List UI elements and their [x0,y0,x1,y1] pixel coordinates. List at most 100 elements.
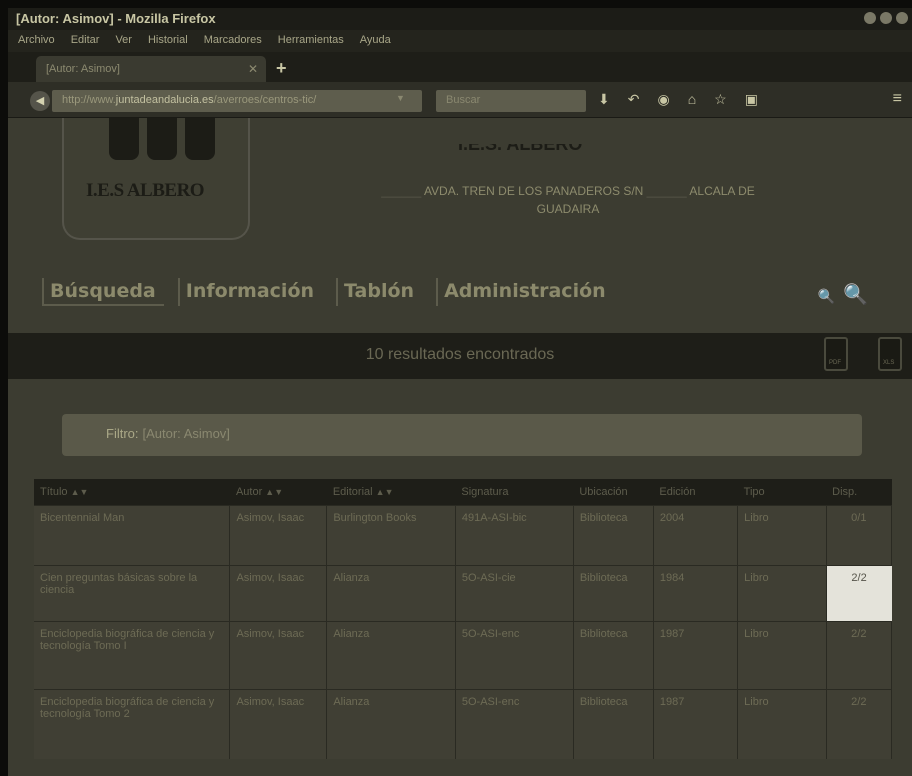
col-autor[interactable]: Autor ▲▼ [229,479,327,505]
col-tipo[interactable]: Tipo [737,479,827,505]
tab-close-icon[interactable]: ✕ [248,62,258,76]
search-placeholder: Buscar [446,94,481,106]
col-editorial[interactable]: Editorial ▲▼ [326,479,456,505]
download-icon[interactable]: ⬇ [598,91,610,108]
table-row[interactable]: Enciclopedia biográfica de ciencia y tec… [34,620,893,689]
xls-export-icon[interactable]: XLS [878,337,902,371]
nav-administracion[interactable]: Administración [436,278,614,306]
col-ubicacion[interactable]: Ubicación [573,479,654,505]
col-signatura[interactable]: Signatura [455,479,574,505]
back-arrow-icon[interactable]: ◀ [30,91,50,111]
window-titlebar: [Autor: Asimov] - Mozilla Firefox [8,8,912,30]
url-prefix: http://www. [62,94,116,106]
menu-editar[interactable]: Editar [71,34,100,48]
tab-title: [Autor: Asimov] [46,63,120,75]
table-row[interactable]: Cien preguntas básicas sobre la ciencia … [34,564,892,621]
filter-box: Filtro: [Autor: Asimov] [62,414,862,456]
addon-icon[interactable]: ◉ [657,91,669,108]
home-icon[interactable]: ⌂ [688,91,696,108]
nav-busqueda[interactable]: Búsqueda [42,278,164,306]
bookmarks-menu-icon[interactable]: ▣ [745,91,758,108]
back-history-icon[interactable]: ↶ [628,91,640,108]
menu-bar: Archivo Editar Ver Historial Marcadores … [8,30,912,52]
cell-signatura: 491A-ASI-bic [455,504,574,565]
toolbar-icons: ⬇ ↶ ◉ ⌂ ☆ ▣ [598,91,758,108]
zoom-out-icon[interactable]: 🔍 [818,288,835,305]
cell-autor: Asimov, Isaac [229,564,328,621]
cell-titulo[interactable]: Enciclopedia biográfica de ciencia y tec… [34,620,231,689]
cell-ubicacion: Biblioteca [573,688,654,759]
new-tab-icon[interactable]: + [276,58,287,79]
cell-disp: 2/2 [826,620,893,689]
cell-autor: Asimov, Isaac [229,620,328,689]
pdf-export-icon[interactable]: PDF [824,337,848,371]
menu-herramientas[interactable]: Herramientas [278,34,344,48]
cell-tipo: Libro [737,620,827,689]
window-title: [Autor: Asimov] - Mozilla Firefox [16,11,216,26]
school-name: I.E.S. ALBERO [458,144,582,152]
table-row[interactable]: Bicentennial Man Asimov, Isaac Burlingto… [34,504,893,565]
cell-editorial: Alianza [326,688,456,759]
cell-titulo[interactable]: Cien preguntas básicas sobre la ciencia [34,564,231,621]
zoom-in-icon[interactable]: 🔍 [843,282,868,307]
cell-signatura: 5O-ASI-cie [455,564,574,621]
window-controls [864,12,908,24]
cell-editorial: Burlington Books [326,504,456,565]
cell-disp: 0/1 [826,504,893,565]
export-icons: PDF XLS [824,337,902,371]
search-input[interactable]: Buscar [436,90,586,112]
col-disp[interactable]: Disp. [826,479,892,505]
cell-disp-highlighted[interactable]: 2/2 [826,564,892,621]
cell-titulo[interactable]: Enciclopedia biográfica de ciencia y tec… [34,688,231,759]
menu-historial[interactable]: Historial [148,34,188,48]
url-host: juntadeandalucia.es [115,94,214,106]
navigation-toolbar: ◀ http://www.juntadeandalucia.es/averroe… [8,82,912,118]
hamburger-menu-icon[interactable]: ≡ [893,90,902,108]
browser-window: [Autor: Asimov] - Mozilla Firefox Archiv… [8,8,912,776]
url-bar[interactable]: http://www.juntadeandalucia.es/averroes/… [52,90,422,112]
menu-archivo[interactable]: Archivo [18,34,55,48]
table-row[interactable]: Enciclopedia biográfica de ciencia y tec… [34,688,893,759]
cell-titulo[interactable]: Bicentennial Man [34,504,231,565]
cell-ubicacion: Biblioteca [573,504,654,565]
filter-value[interactable]: [Autor: Asimov] [143,426,230,441]
nav-tablon[interactable]: Tablón [336,278,422,306]
cell-autor: Asimov, Isaac [229,504,328,565]
school-address: ______ AVDA. TREN DE LOS PANADEROS S/N _… [381,184,755,216]
maximize-button[interactable] [880,12,892,24]
col-edicion[interactable]: Edición [653,479,738,505]
cell-edicion: 1987 [653,688,739,759]
results-count: 10 resultados encontrados [365,346,555,363]
url-dropdown-icon[interactable]: ▼ [396,93,405,103]
menu-ayuda[interactable]: Ayuda [360,34,391,48]
zoom-controls: 🔍 🔍 [818,282,868,307]
logo-graphic [92,118,232,176]
minimize-button[interactable] [864,12,876,24]
tab-bar: [Autor: Asimov] ✕ + [8,52,912,182]
main-navigation: Búsqueda Información Tablón Administraci… [42,278,614,306]
school-logo[interactable]: I.E.S ALBERO [62,118,250,240]
cell-signatura: 5O-ASI-enc [455,688,574,759]
cell-tipo: Libro [737,688,827,759]
cell-edicion: 2004 [653,504,739,565]
cell-autor: Asimov, Isaac [229,688,328,759]
cell-editorial: Alianza [326,620,456,689]
results-bar: 10 resultados encontrados PDF XLS [8,333,912,379]
cell-ubicacion: Biblioteca [573,620,654,689]
menu-ver[interactable]: Ver [115,34,132,48]
nav-informacion[interactable]: Información [177,278,322,306]
table-header-row: Título ▲▼ Autor ▲▼ Editorial ▲▼ Signatur… [34,479,892,505]
cell-tipo: Libro [737,564,827,621]
results-table: Título ▲▼ Autor ▲▼ Editorial ▲▼ Signatur… [34,479,893,759]
cell-edicion: 1984 [653,564,739,621]
address-city-2: GUADAIRA [536,202,600,216]
bookmark-star-icon[interactable]: ☆ [714,91,727,108]
col-titulo[interactable]: Título ▲▼ [34,479,230,505]
filter-label: Filtro: [106,426,139,441]
cell-tipo: Libro [737,504,827,565]
close-button[interactable] [896,12,908,24]
menu-marcadores[interactable]: Marcadores [204,34,262,48]
browser-tab[interactable]: [Autor: Asimov] ✕ [36,56,266,82]
cell-editorial: Alianza [326,564,456,621]
url-path: /averroes/centros-tic/ [213,94,317,106]
